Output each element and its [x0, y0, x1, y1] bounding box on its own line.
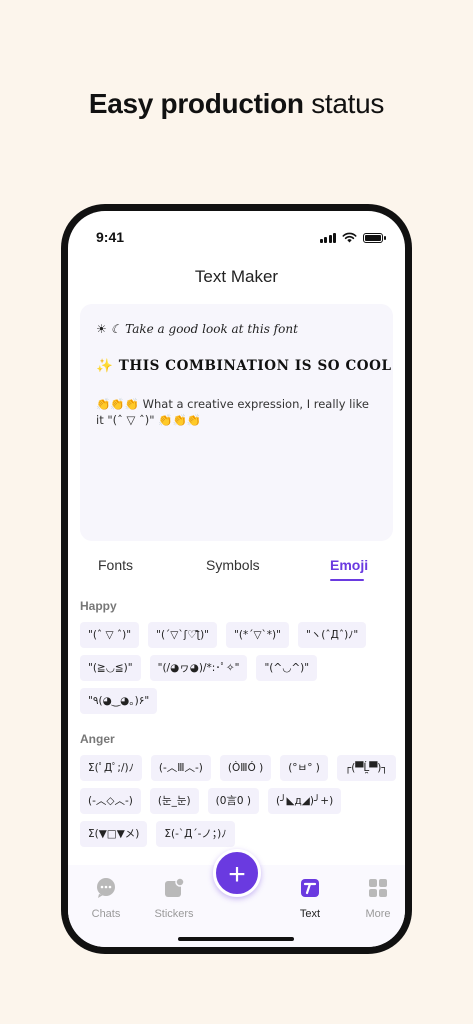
home-indicator [178, 937, 294, 941]
sticker-icon [165, 877, 185, 897]
plus-icon: + [228, 858, 246, 891]
emoji-chip[interactable]: "(^◡^)" [256, 655, 318, 681]
text-preview[interactable]: ☀ ☾ Take a good look at this font ✨ THIS… [80, 304, 393, 541]
tab-fonts[interactable]: Fonts [98, 557, 133, 573]
headline: Easy production status [0, 88, 473, 120]
preview-line-3: 👏👏👏 What a creative expression, I really… [96, 397, 369, 427]
emoji-list: Happy "(ˆ ▽ ˆ)" "(´▽`ʃ♡ƪ)" "(*´▽`*)" "ヽ(… [80, 599, 400, 865]
tab-more[interactable]: More [350, 877, 405, 920]
emoji-chip[interactable]: "ヽ(ˆДˆ)ﾉ" [297, 622, 367, 648]
active-tab-indicator [330, 579, 364, 581]
tab-label: More [365, 908, 391, 920]
status-bar: 9:41 [68, 229, 405, 249]
anger-chips: Σ(ﾟДﾟ;/)ﾉ (-︿Ⅲ︿-) (ÒⅢÓ ) (°ㅂ° ) ┌(▀Ĺ̯▀)┐… [80, 755, 400, 847]
emoji-chip[interactable]: (눈_눈) [149, 788, 199, 814]
emoji-chip[interactable]: "(/◕ヮ◕)/*:･ﾟ✧" [149, 655, 248, 681]
tab-label: Stickers [154, 908, 194, 920]
signal-icon [319, 232, 336, 243]
emoji-chip[interactable]: "(*´▽`*)" [226, 622, 289, 648]
section-title-anger: Anger [80, 732, 115, 746]
happy-chips: "(ˆ ▽ ˆ)" "(´▽`ʃ♡ƪ)" "(*´▽`*)" "ヽ(ˆДˆ)ﾉ"… [80, 622, 400, 714]
phone-frame: 9:41 Text Maker ☀ ☾ Take a good look at … [61, 204, 412, 954]
emoji-chip[interactable]: (0言0 ) [207, 788, 260, 814]
emoji-chip[interactable]: (-︿◇︿-) [80, 788, 141, 814]
emoji-chip[interactable]: "(≧◡≦)" [80, 655, 141, 681]
emoji-chip[interactable]: (╯◣д◢)╯+) [268, 788, 342, 814]
tab-text[interactable]: Text [282, 877, 338, 920]
grid-icon [369, 879, 387, 897]
emoji-chip[interactable]: "٩(◕‿◕｡)۶" [80, 688, 158, 714]
tab-symbols[interactable]: Symbols [206, 557, 260, 573]
text-icon [301, 879, 319, 897]
headline-bold: Easy production [88, 88, 304, 119]
bottom-tab-bar: Chats Stickers + Text More [68, 849, 405, 947]
add-button[interactable]: + [213, 849, 261, 897]
tab-label: Text [299, 908, 321, 920]
tab-stickers[interactable]: Stickers [146, 877, 202, 920]
preview-line-2: ✨ THIS COMBINATION IS SO COOL [96, 358, 392, 374]
emoji-chip[interactable]: "(ˆ ▽ ˆ)" [80, 622, 140, 648]
emoji-chip[interactable]: (ÒⅢÓ ) [219, 755, 272, 781]
emoji-chip[interactable]: Σ(▼□▼メ) [80, 821, 148, 847]
emoji-chip[interactable]: Σ(ﾟДﾟ;/)ﾉ [80, 755, 142, 781]
emoji-chip[interactable]: (°ㅂ° ) [280, 755, 328, 781]
page-title: Text Maker [194, 267, 279, 286]
section-title-happy: Happy [80, 599, 117, 613]
tab-emoji[interactable]: Emoji [330, 557, 368, 573]
category-tabs: Fonts Symbols Emoji [68, 557, 405, 581]
emoji-chip[interactable]: Σ(-`Д´-ノ；)ﾉ [156, 821, 235, 847]
headline-light: status [311, 88, 385, 119]
battery-icon [363, 232, 386, 243]
wifi-icon [342, 232, 357, 243]
phone-screen: 9:41 Text Maker ☀ ☾ Take a good look at … [68, 211, 405, 947]
status-time: 9:41 [96, 229, 125, 245]
tab-label: Chats [91, 908, 121, 920]
emoji-chip[interactable]: "(´▽`ʃ♡ƪ)" [148, 622, 218, 648]
tab-chats[interactable]: Chats [78, 877, 134, 920]
emoji-chip[interactable]: ┌(▀Ĺ̯▀)┐ [336, 755, 396, 781]
preview-line-1: ☀ ☾ Take a good look at this font [96, 322, 298, 336]
chat-bubble-icon [97, 878, 115, 898]
emoji-chip[interactable]: (-︿Ⅲ︿-) [150, 755, 211, 781]
